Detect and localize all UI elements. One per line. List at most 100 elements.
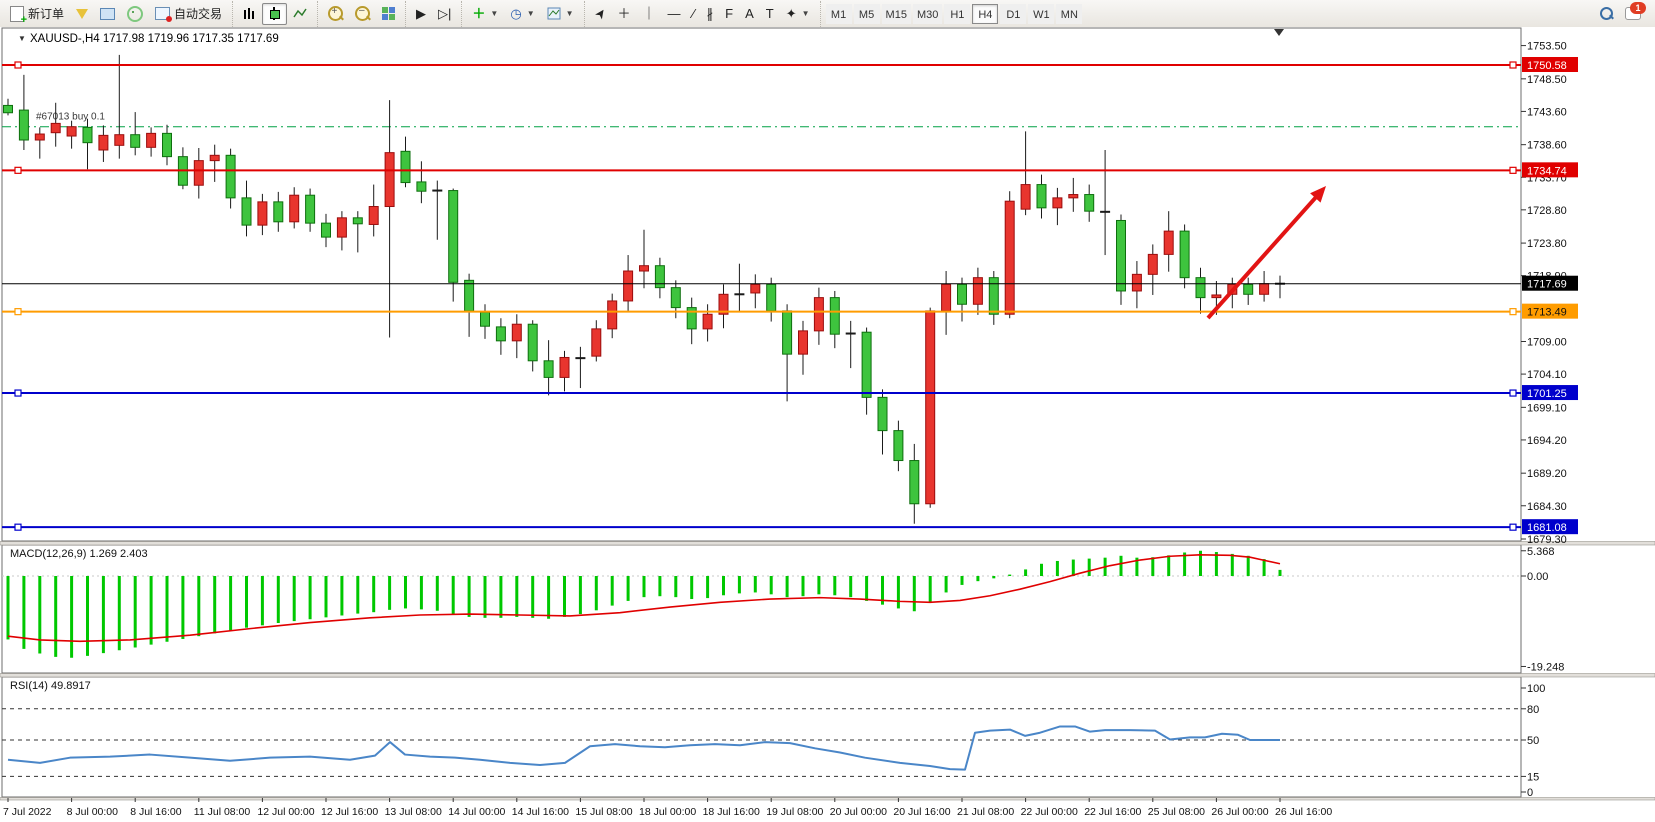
chart-title: XAUUSD-,H4 1717.98 1719.96 1717.35 1717.…: [30, 33, 279, 45]
panel-splitter[interactable]: [0, 542, 1655, 546]
line-handle[interactable]: [1510, 524, 1516, 530]
candle-bull: [67, 127, 76, 136]
toolbar-group-trade: 新订单 自动交易: [0, 1, 232, 27]
candle-bear: [862, 332, 871, 397]
zoom-out-button[interactable]: [349, 3, 376, 25]
alerts-button[interactable]: [70, 3, 94, 25]
timeframe-w1-button[interactable]: W1: [1028, 4, 1054, 24]
timeframe-m30-button[interactable]: M30: [913, 4, 942, 24]
time-axis-label: 22 Jul 16:00: [1084, 806, 1141, 818]
candle-bear: [19, 110, 28, 140]
price-axis-tick: 1728.80: [1527, 205, 1567, 217]
candle-bear: [1180, 231, 1189, 278]
line-chart-button[interactable]: [287, 3, 313, 25]
timeframe-m15-button[interactable]: M15: [882, 4, 911, 24]
line-handle[interactable]: [15, 524, 21, 530]
candle-bull: [973, 278, 982, 305]
title-collapse-icon[interactable]: ▼: [18, 34, 26, 43]
line-handle[interactable]: [15, 390, 21, 396]
timeframe-m5-button[interactable]: M5: [854, 4, 880, 24]
text-label-tool-button[interactable]: T: [760, 3, 780, 25]
panel-splitter[interactable]: [0, 798, 1655, 801]
line-handle[interactable]: [15, 167, 21, 173]
candlestick-chart-button[interactable]: [262, 3, 287, 25]
toolbar-group-scroll: ▶ ▷|: [405, 1, 461, 27]
line-handle[interactable]: [1510, 309, 1516, 315]
toolbar-group-timeframes: M1M5M15M30H1H4D1W1MN: [820, 1, 1088, 27]
auto-scroll-button[interactable]: ▶: [410, 3, 432, 25]
indicators-button[interactable]: ＋▼: [466, 3, 504, 25]
templates-button[interactable]: ▼: [541, 3, 580, 25]
candle-bull: [385, 153, 394, 207]
rsi-panel[interactable]: [2, 677, 1521, 797]
candle-bull: [290, 195, 299, 222]
candle-bull: [51, 123, 60, 132]
main-chart-panel[interactable]: [2, 28, 1521, 541]
line-handle[interactable]: [1510, 167, 1516, 173]
candle-bear: [894, 431, 903, 461]
chart-shift-button[interactable]: ▷|: [432, 3, 457, 25]
price-line-label-text: 1713.49: [1527, 307, 1567, 319]
candle-bear: [163, 133, 172, 156]
crosshair-tool-button[interactable]: ＋: [611, 3, 636, 25]
time-axis-label: 12 Jul 16:00: [321, 806, 378, 818]
timeframe-mn-button[interactable]: MN: [1056, 4, 1082, 24]
new-order-icon: [10, 6, 24, 22]
timeframe-d1-button[interactable]: D1: [1000, 4, 1026, 24]
order-line-label: #67013 buy 0.1: [36, 112, 105, 123]
panel-splitter[interactable]: [0, 674, 1655, 678]
price-axis-tick: 1738.60: [1527, 140, 1567, 152]
arrows-tool-button[interactable]: ✦▼: [780, 3, 816, 25]
new-order-button[interactable]: 新订单: [4, 3, 70, 25]
chevron-down-icon: ▼: [566, 9, 574, 18]
candle-bear: [226, 155, 235, 198]
price-axis-tick: 1709.00: [1527, 337, 1567, 349]
chart-canvas[interactable]: 1753.501748.501743.601738.601733.701728.…: [0, 27, 1655, 822]
toolbar-right: 1: [1600, 7, 1655, 20]
periods-button[interactable]: ◷▼: [504, 3, 540, 25]
line-handle[interactable]: [1510, 390, 1516, 396]
candle-bull: [624, 271, 633, 301]
equidistant-channel-tool-button[interactable]: ∦: [701, 3, 720, 25]
fibonacci-tool-icon: F: [725, 7, 733, 20]
vertical-line-tool-button[interactable]: ｜: [636, 3, 661, 25]
signals-button[interactable]: [121, 3, 149, 25]
timeframe-m1-button[interactable]: M1: [826, 4, 852, 24]
trendline-tool-icon: ∕: [692, 7, 694, 20]
tile-windows-icon: [382, 7, 395, 20]
line-handle[interactable]: [15, 62, 21, 68]
market-watch-button[interactable]: [94, 3, 121, 25]
horizontal-line-tool-button[interactable]: —: [661, 3, 686, 25]
candle-bear: [544, 361, 553, 378]
chevron-down-icon: ▼: [527, 9, 535, 18]
auto-trading-button[interactable]: 自动交易: [149, 3, 228, 25]
trendline-tool-button[interactable]: ∕: [686, 3, 700, 25]
fibonacci-tool-button[interactable]: F: [719, 3, 739, 25]
bar-chart-button[interactable]: [237, 3, 262, 25]
candle-bear: [131, 135, 140, 148]
timeframe-h1-button[interactable]: H1: [944, 4, 970, 24]
candle-bear: [989, 278, 998, 315]
candle-bear: [83, 127, 92, 142]
tile-windows-button[interactable]: [376, 3, 401, 25]
time-axis-label: 20 Jul 00:00: [830, 806, 887, 818]
zoom-in-button[interactable]: [322, 3, 349, 25]
time-axis-label: 12 Jul 00:00: [257, 806, 314, 818]
price-line-label-text: 1734.74: [1527, 165, 1567, 177]
search-icon[interactable]: [1600, 7, 1613, 20]
signal-icon: [127, 6, 143, 22]
text-tool-button[interactable]: A: [739, 3, 760, 25]
chevron-down-icon: ▼: [490, 9, 498, 18]
timeframe-h4-button[interactable]: H4: [972, 4, 998, 24]
line-handle[interactable]: [15, 309, 21, 315]
cursor-tool-button[interactable]: ➤: [589, 3, 612, 25]
zoom-in-icon: [328, 6, 343, 21]
time-axis-label: 18 Jul 00:00: [639, 806, 696, 818]
chat-icon[interactable]: 1: [1625, 7, 1641, 20]
candle-bull: [640, 266, 649, 271]
candle-bull: [147, 133, 156, 147]
candle-bear: [910, 461, 919, 504]
line-handle[interactable]: [1510, 62, 1516, 68]
rsi-axis-tick: 15: [1527, 771, 1539, 783]
candle-bear: [830, 298, 839, 335]
